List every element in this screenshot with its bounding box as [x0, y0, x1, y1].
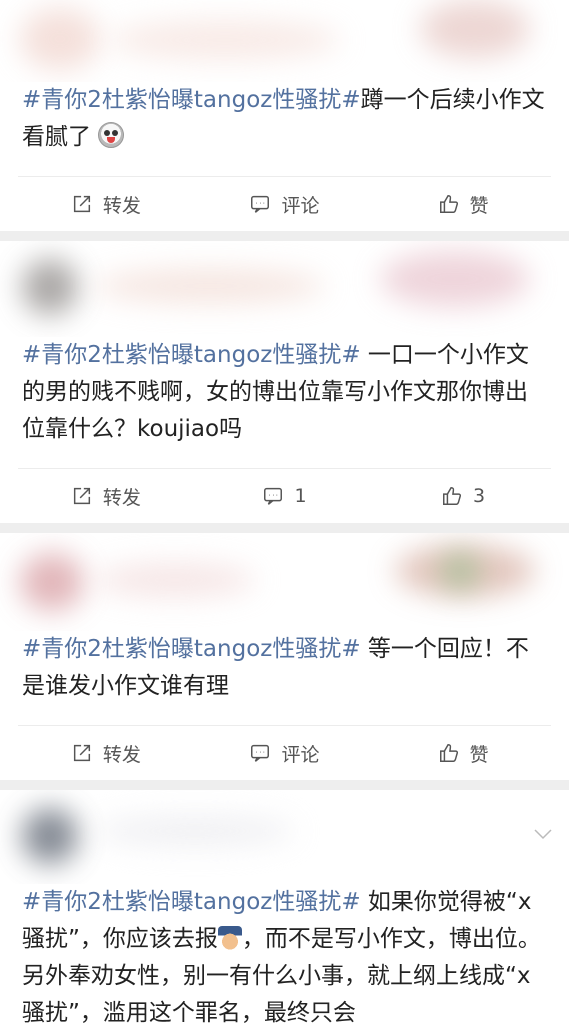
- blurred-header: [0, 790, 569, 884]
- hashtag-link[interactable]: #青你2杜紫怡曝tangoz性骚扰#: [22, 889, 361, 915]
- repost-label: 转发: [102, 743, 141, 766]
- repost-label: 转发: [102, 486, 141, 509]
- post-menu-chevron-icon[interactable]: [533, 826, 553, 840]
- repost-button[interactable]: 转发: [18, 191, 194, 218]
- action-bar: 转发 评论 赞: [18, 176, 551, 231]
- action-bar: 转发 1 3: [18, 468, 551, 523]
- comment-icon: [251, 195, 270, 213]
- comment-label: 评论: [281, 194, 320, 217]
- like-label: 赞: [469, 194, 489, 217]
- comment-button[interactable]: 评论: [197, 740, 373, 767]
- post-card: #青你2杜紫怡曝tangoz性骚扰# 一口一个小作文的男的贱不贱啊，女的博出位靠…: [0, 241, 569, 523]
- post-card: #青你2杜紫怡曝tangoz性骚扰# 等一个回应！不是谁发小作文谁有理 转发 评…: [0, 533, 569, 780]
- post-text: #青你2杜紫怡曝tangoz性骚扰#蹲一个后续小作文看腻了: [0, 82, 569, 156]
- hashtag-link[interactable]: #青你2杜紫怡曝tangoz性骚扰#: [22, 636, 361, 662]
- post-card: #青你2杜紫怡曝tangoz性骚扰# 如果你觉得被“x骚扰”，你应该去报 ，而不是…: [0, 790, 569, 1032]
- hashtag-link[interactable]: #青你2杜紫怡曝tangoz性骚扰#: [22, 87, 361, 113]
- blurred-header: [0, 241, 569, 337]
- repost-button[interactable]: 转发: [18, 483, 194, 510]
- comment-count: 1: [294, 485, 307, 507]
- like-count: 3: [473, 485, 486, 507]
- shocked-face-emoji-icon: [98, 122, 125, 148]
- comment-button[interactable]: 1: [197, 485, 373, 507]
- post-card: #青你2杜紫怡曝tangoz性骚扰#蹲一个后续小作文看腻了 转发 评论 赞: [0, 0, 569, 231]
- repost-icon: [73, 195, 90, 213]
- police-officer-emoji-icon: [217, 926, 242, 950]
- thumbs-up-icon: [439, 744, 458, 762]
- post-separator: [0, 780, 569, 790]
- post-separator: [0, 231, 569, 241]
- thumbs-up-icon: [439, 195, 458, 213]
- blurred-header: [0, 0, 569, 82]
- post-text: #青你2杜紫怡曝tangoz性骚扰# 如果你觉得被“x骚扰”，你应该去报 ，而不是…: [0, 884, 569, 1032]
- like-button[interactable]: 赞: [375, 191, 551, 218]
- comment-icon: [264, 487, 283, 505]
- post-separator: [0, 523, 569, 533]
- post-text: #青你2杜紫怡曝tangoz性骚扰# 等一个回应！不是谁发小作文谁有理: [0, 631, 569, 705]
- repost-label: 转发: [102, 194, 141, 217]
- comment-label: 评论: [281, 743, 320, 766]
- like-button[interactable]: 3: [375, 485, 551, 507]
- post-text: #青你2杜紫怡曝tangoz性骚扰# 一口一个小作文的男的贱不贱啊，女的博出位靠…: [0, 337, 569, 448]
- action-bar: 转发 评论 赞: [18, 725, 551, 780]
- like-button[interactable]: 赞: [375, 740, 551, 767]
- repost-icon: [73, 744, 90, 762]
- comment-button[interactable]: 评论: [197, 191, 373, 218]
- repost-icon: [73, 487, 90, 505]
- repost-button[interactable]: 转发: [18, 740, 194, 767]
- thumbs-up-icon: [443, 487, 462, 505]
- like-label: 赞: [469, 743, 489, 766]
- hashtag-link[interactable]: #青你2杜紫怡曝tangoz性骚扰#: [22, 342, 361, 368]
- blurred-header: [0, 533, 569, 631]
- comment-icon: [251, 744, 270, 762]
- weibo-feed: #青你2杜紫怡曝tangoz性骚扰#蹲一个后续小作文看腻了 转发 评论 赞 #青…: [0, 0, 569, 1032]
